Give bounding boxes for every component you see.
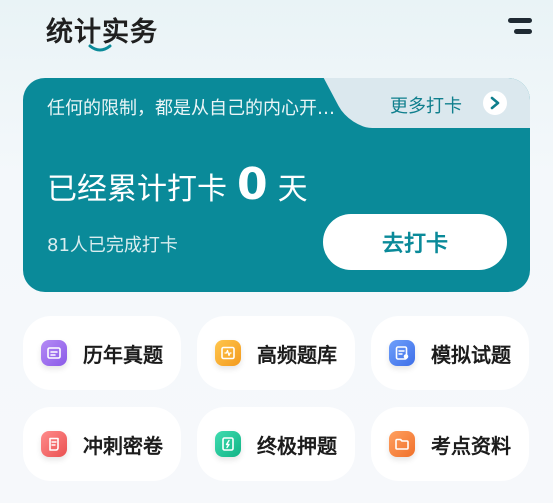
checkin-card: 任何的限制，都是从自己的内心开… 更多打卡 已经累计打卡 0 天 81人已完成打…: [23, 78, 530, 292]
menu-icon[interactable]: [506, 18, 532, 38]
folder-icon: [389, 431, 415, 457]
grid-item-key-materials[interactable]: 考点资料: [371, 407, 529, 481]
grid-item-mock-exams[interactable]: 模拟试题: [371, 316, 529, 390]
scroll-doc-icon: [41, 431, 67, 457]
grid-item-frequent-questions[interactable]: 高频题库: [197, 316, 355, 390]
calendar-doc-icon: [41, 340, 67, 366]
motto-text: 任何的限制，都是从自己的内心开…: [47, 98, 335, 119]
title-underline-decoration: [88, 44, 112, 52]
grid-item-label: 冲刺密卷: [83, 433, 163, 458]
grid-item-final-predictions[interactable]: 终极押题: [197, 407, 355, 481]
grid-item-label: 高频题库: [257, 342, 337, 367]
grid-item-past-exams[interactable]: 历年真题: [23, 316, 181, 390]
checkin-prefix: 已经累计打卡: [47, 172, 227, 207]
grid-item-label: 模拟试题: [431, 342, 511, 367]
checkin-suffix: 天: [277, 172, 308, 207]
grid-item-label: 历年真题: [83, 342, 163, 367]
go-checkin-button[interactable]: 去打卡: [323, 214, 507, 270]
completed-count-text: 81人已完成打卡: [47, 235, 178, 256]
checkin-count: 0: [237, 159, 268, 210]
more-checkin-label: 更多打卡: [390, 96, 462, 117]
header: 统计实务: [0, 0, 553, 62]
more-checkin-link[interactable]: 更多打卡: [363, 78, 530, 128]
grid-item-sprint-papers[interactable]: 冲刺密卷: [23, 407, 181, 481]
exam-paper-icon: [389, 340, 415, 366]
chevron-right-icon: [483, 91, 507, 115]
waveform-doc-icon: [215, 340, 241, 366]
grid-item-label: 考点资料: [431, 433, 511, 458]
grid-item-label: 终极押题: [257, 433, 337, 458]
lightning-doc-icon: [215, 431, 241, 457]
checkin-summary: 已经累计打卡 0 天: [47, 163, 308, 208]
